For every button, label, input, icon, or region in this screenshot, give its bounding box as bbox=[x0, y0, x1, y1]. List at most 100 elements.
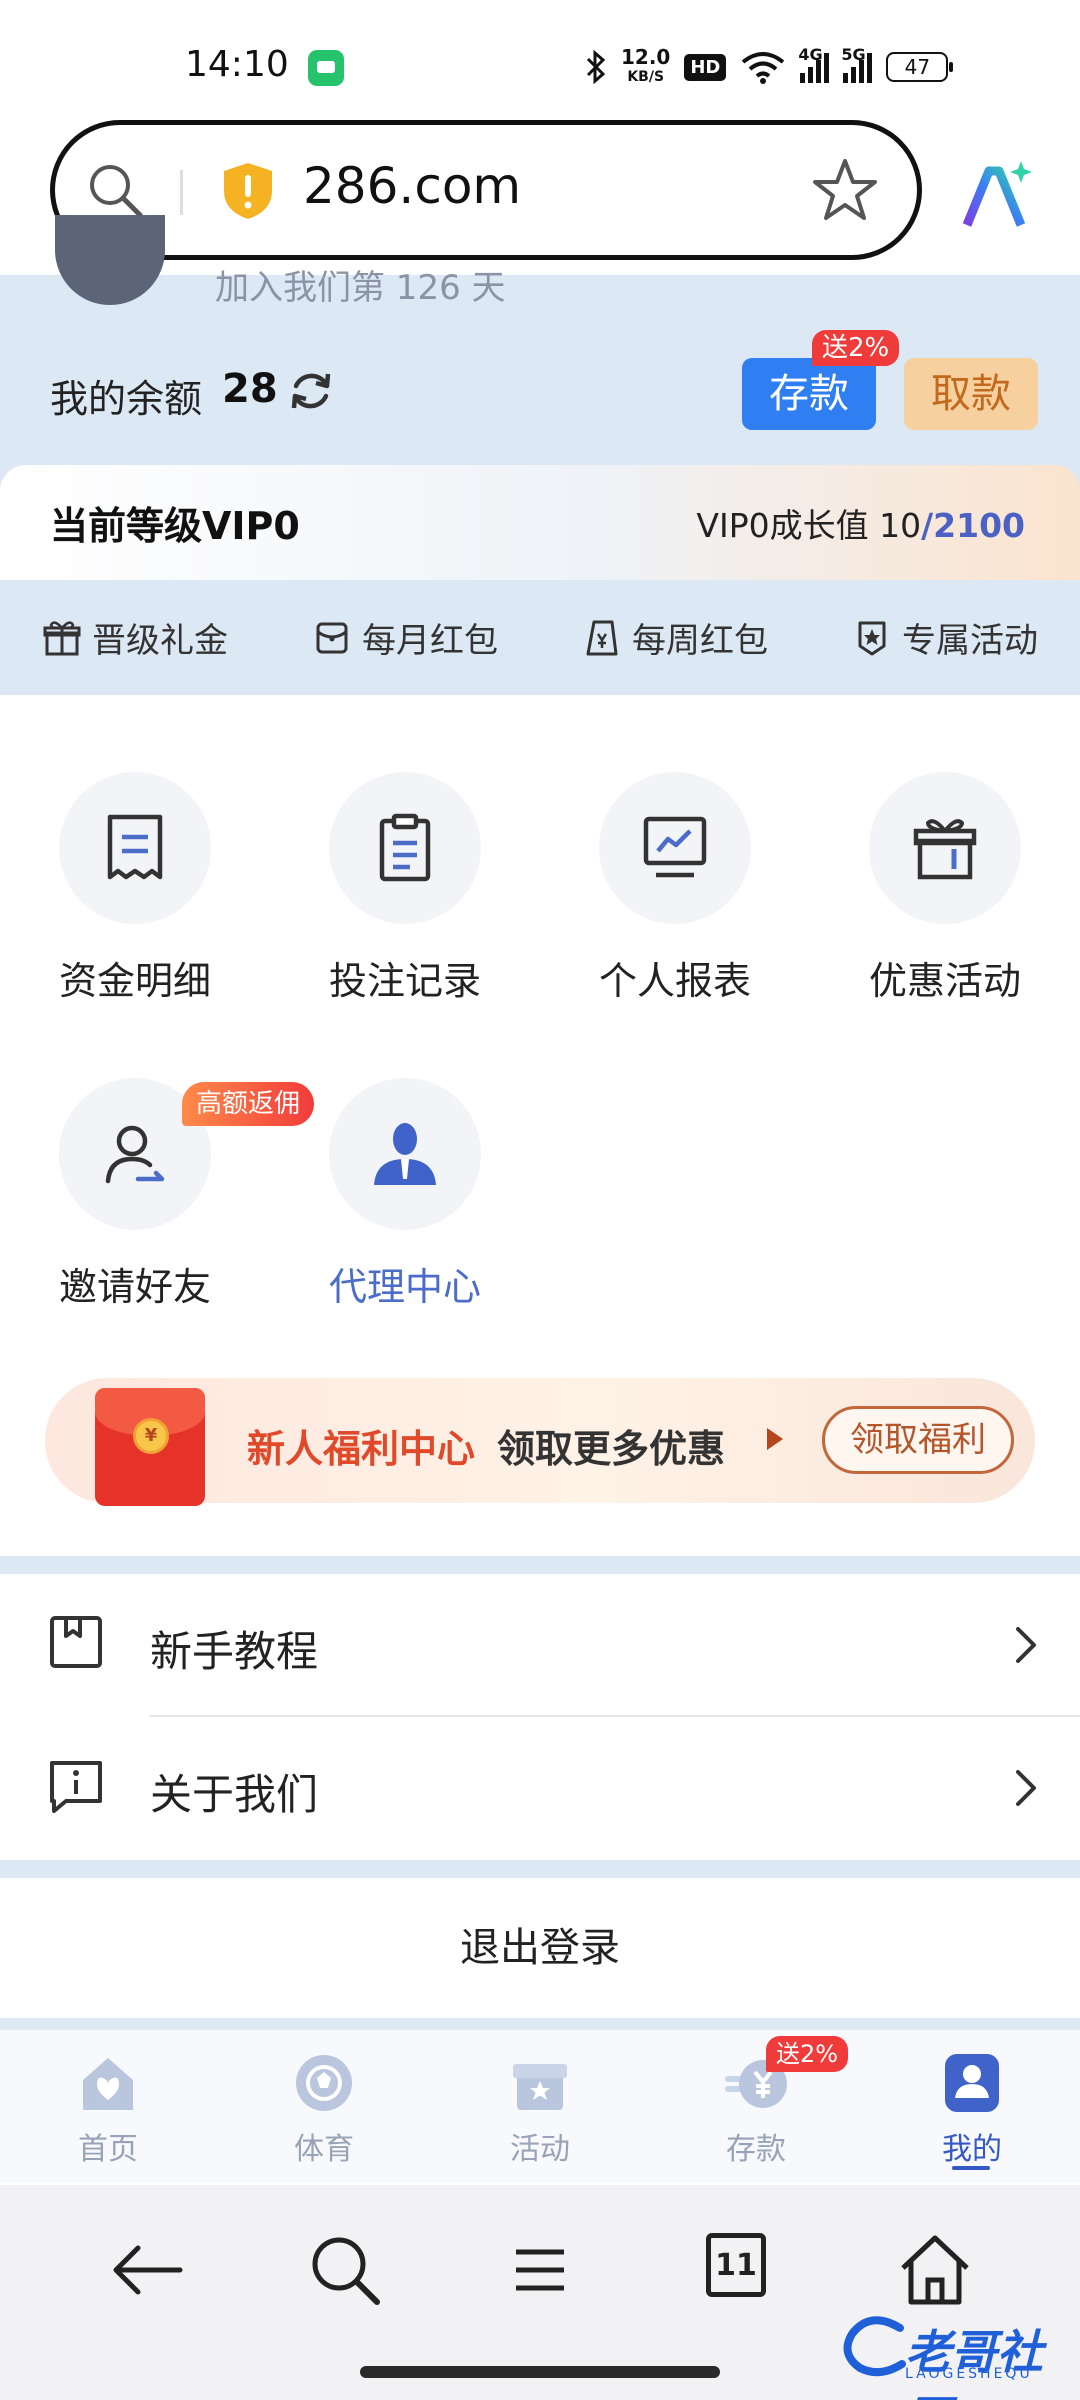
status-icons: 12.0 KB/S HD 4G 5G 47 bbox=[585, 45, 954, 88]
bluetooth-icon bbox=[586, 50, 606, 84]
clipboard-icon bbox=[379, 813, 431, 882]
grid-label: 投注记录 bbox=[328, 959, 481, 1003]
tab-label: 我的 bbox=[942, 2132, 1002, 2167]
perk-monthly-red-packet[interactable]: 每月红包 bbox=[270, 613, 540, 662]
grid-personal-report[interactable]: 个人报表 bbox=[585, 772, 765, 1005]
menu-label: 新手教程 bbox=[150, 1627, 319, 1676]
perk-label: 每周红包 bbox=[632, 621, 768, 661]
home-indicator[interactable] bbox=[360, 2366, 720, 2378]
deposit-bonus-badge: 送2% bbox=[812, 330, 900, 366]
net-speed: 12.0 KB/S bbox=[621, 47, 670, 87]
perk-label: 晋级礼金 bbox=[92, 621, 228, 661]
claim-welfare-button[interactable]: 领取福利 bbox=[822, 1406, 1014, 1474]
tabs-count-button[interactable]: 11 bbox=[706, 2233, 766, 2297]
star-icon[interactable] bbox=[810, 155, 880, 225]
watermark-text: 老哥社区 bbox=[905, 2325, 1043, 2400]
address-divider bbox=[180, 170, 183, 215]
vip-card[interactable]: 当前等级VIP0 VIP0成长值 10/2100 bbox=[0, 465, 1080, 580]
vip-perks-bar: 晋级礼金 每月红包 每周红包 专属活动 bbox=[0, 580, 1080, 695]
search-icon[interactable] bbox=[305, 2230, 385, 2310]
perk-label: 专属活动 bbox=[902, 621, 1038, 661]
promo-subtitle: 领取更多优惠 bbox=[497, 1427, 726, 1471]
perk-upgrade-bonus[interactable]: 晋级礼金 bbox=[0, 613, 270, 662]
high-commission-badge: 高额返佣 bbox=[182, 1082, 315, 1126]
grid-label: 资金明细 bbox=[58, 959, 211, 1003]
watermark-logo bbox=[843, 2316, 906, 2377]
section-separator bbox=[0, 2018, 1080, 2028]
address-bar[interactable]: 286.com bbox=[50, 120, 922, 260]
tab-sports[interactable]: 体育 bbox=[216, 2030, 432, 2183]
menu-item-about[interactable]: 关于我们 bbox=[0, 1717, 1080, 1857]
promo-title: 新人福利中心 bbox=[247, 1427, 476, 1471]
balance-value: 28 bbox=[222, 366, 278, 412]
tab-mine[interactable]: 我的 bbox=[864, 2030, 1080, 2183]
grid-agent-center[interactable]: 代理中心 bbox=[315, 1078, 495, 1311]
home-icon bbox=[75, 2050, 141, 2116]
deposit-button[interactable]: 存款 bbox=[742, 358, 876, 430]
sports-ball-icon bbox=[291, 2050, 357, 2116]
tab-label: 首页 bbox=[78, 2132, 138, 2167]
join-days-text: 加入我们第 126 天 bbox=[215, 268, 506, 308]
signal-4g-icon: 4G bbox=[798, 45, 830, 83]
newbie-welfare-banner[interactable]: ¥ 新人福利中心 领取更多优惠 领取福利 bbox=[45, 1378, 1035, 1506]
menu-item-tutorial[interactable]: 新手教程 bbox=[0, 1574, 1080, 1714]
grid-icon-circle bbox=[329, 772, 481, 924]
tab-label: 体育 bbox=[294, 2132, 354, 2167]
receipt-icon bbox=[107, 814, 163, 880]
status-time: 14:10 bbox=[185, 44, 289, 85]
balance-label: 我的余额 bbox=[50, 377, 203, 421]
net-speed-unit: KB/S bbox=[627, 69, 665, 85]
grid-label: 优惠活动 bbox=[868, 959, 1021, 1003]
activity-gift-icon bbox=[507, 2050, 573, 2116]
sim2-tag: 5G bbox=[841, 45, 866, 64]
perk-weekly-red-packet[interactable]: 每周红包 bbox=[540, 613, 810, 662]
book-icon bbox=[50, 1616, 102, 1668]
message-app-icon bbox=[308, 50, 344, 86]
envelope-icon bbox=[316, 622, 348, 653]
logout-button[interactable]: 退出登录 bbox=[0, 1878, 1080, 2018]
chevron-right-icon bbox=[1016, 1770, 1036, 1806]
vip-growth-current: 10 bbox=[879, 506, 922, 545]
back-arrow-icon[interactable] bbox=[108, 2230, 188, 2310]
home-icon[interactable] bbox=[895, 2230, 975, 2310]
gift-icon bbox=[43, 620, 81, 655]
vip-level: 当前等级VIP0 bbox=[50, 504, 300, 548]
info-icon bbox=[50, 1761, 102, 1813]
wifi-icon bbox=[742, 52, 785, 84]
coin-icon: ¥ bbox=[133, 1418, 169, 1454]
menu-icon[interactable] bbox=[500, 2230, 580, 2310]
deposit-bonus-badge: 送2% bbox=[766, 2036, 849, 2072]
battery-icon: 47 bbox=[886, 52, 954, 82]
signal-5g-icon: 5G bbox=[841, 45, 873, 83]
tab-label: 存款 bbox=[726, 2132, 786, 2167]
perk-label: 每月红包 bbox=[362, 621, 498, 661]
menu-label: 关于我们 bbox=[150, 1770, 319, 1819]
play-arrow-icon bbox=[767, 1428, 783, 1450]
tab-home[interactable]: 首页 bbox=[0, 2030, 216, 2183]
grid-fund-details[interactable]: 资金明细 bbox=[45, 772, 225, 1005]
net-speed-value: 12.0 bbox=[621, 45, 671, 69]
section-separator bbox=[0, 1556, 1080, 1574]
grid-promotions[interactable]: 优惠活动 bbox=[855, 772, 1035, 1005]
vip-growth: VIP0成长值 10/2100 bbox=[696, 499, 1025, 547]
perk-exclusive-activity[interactable]: 专属活动 bbox=[810, 613, 1080, 662]
gift-box-icon bbox=[913, 819, 977, 880]
warning-shield-icon[interactable] bbox=[220, 161, 276, 221]
search-icon[interactable] bbox=[85, 160, 145, 220]
tab-activity[interactable]: 活动 bbox=[432, 2030, 648, 2183]
url-text[interactable]: 286.com bbox=[303, 157, 521, 215]
bottom-tab-bar: 首页 体育 活动 存款 送2% 我的 bbox=[0, 2028, 1080, 2183]
grid-bet-records[interactable]: 投注记录 bbox=[315, 772, 495, 1005]
refresh-icon[interactable] bbox=[288, 368, 334, 414]
vip-growth-label: VIP0成长值 bbox=[696, 506, 869, 545]
section-separator bbox=[0, 1860, 1080, 1878]
profile-icon bbox=[939, 2050, 1005, 2116]
grid-icon-circle bbox=[599, 772, 751, 924]
ai-assistant-icon[interactable] bbox=[955, 155, 1035, 235]
tab-deposit[interactable]: 存款 送2% bbox=[648, 2030, 864, 2183]
grid-label: 邀请好友 bbox=[58, 1265, 211, 1309]
invite-user-icon bbox=[105, 1125, 165, 1184]
withdraw-button[interactable]: 取款 bbox=[904, 358, 1038, 430]
sim1-tag: 4G bbox=[798, 45, 823, 64]
grid-icon-circle bbox=[869, 772, 1021, 924]
